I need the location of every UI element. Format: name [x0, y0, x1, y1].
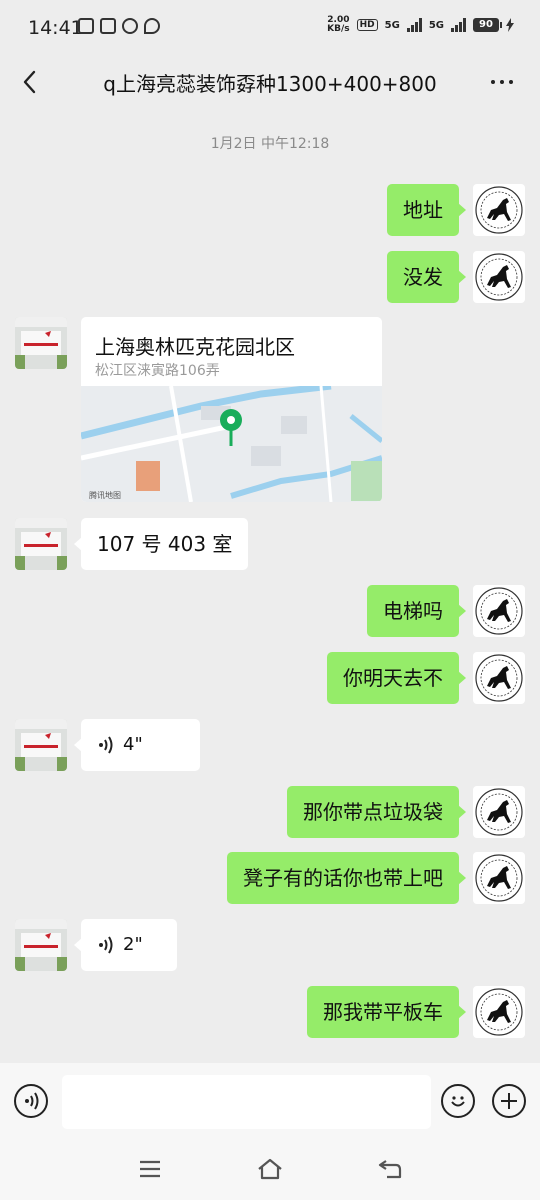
return-icon	[378, 1160, 402, 1179]
system-navigation-bar	[0, 1139, 540, 1200]
self-avatar[interactable]	[473, 852, 525, 904]
home-icon	[258, 1158, 282, 1180]
self-avatar[interactable]	[473, 184, 525, 236]
company-logo-icon	[15, 518, 67, 570]
status-time: 14:41	[28, 17, 83, 39]
ellipsis-icon	[491, 80, 495, 84]
signal-2-icon	[451, 18, 466, 32]
horse-seal-icon	[475, 854, 523, 902]
more-options-button[interactable]	[484, 64, 520, 100]
self-avatar[interactable]	[473, 652, 525, 704]
peer-avatar[interactable]	[15, 518, 67, 570]
message-bubble[interactable]: 电梯吗	[367, 585, 466, 637]
message-bubble[interactable]: 凳子有的话你也带上吧	[227, 852, 466, 904]
message-timestamp: 1月2日 中午12:18	[210, 136, 330, 152]
voice-message[interactable]: 2"	[74, 919, 177, 971]
horse-seal-icon	[475, 654, 523, 702]
emoji-button[interactable]	[441, 1084, 475, 1118]
voice-wave-icon	[99, 936, 113, 954]
voice-wave-icon	[99, 736, 113, 754]
message-text: 凳子有的话你也带上吧	[243, 866, 443, 890]
status-bar: 14:41 2.00 KB/s HD 5G 5G 90	[0, 0, 540, 56]
horse-seal-icon	[475, 253, 523, 301]
signal-2-label: 5G	[428, 19, 444, 31]
message-input[interactable]	[62, 1075, 431, 1129]
horse-seal-icon	[475, 988, 523, 1036]
message-bubble[interactable]: 那你带点垃圾袋	[287, 786, 466, 838]
chat-header: q上海亮蕊装饰孬种1300+400+800	[0, 56, 540, 110]
message-bubble[interactable]: 没发	[387, 251, 466, 303]
input-bar	[0, 1063, 540, 1139]
company-logo-icon	[15, 919, 67, 971]
peer-avatar[interactable]	[15, 919, 67, 971]
self-avatar[interactable]	[473, 585, 525, 637]
system-indicators: 2.00 KB/s HD 5G 5G 90	[327, 16, 514, 34]
message-bubble[interactable]: 地址	[387, 184, 466, 236]
voice-message[interactable]: 4"	[74, 719, 200, 771]
hd-voice-badge: HD	[356, 19, 378, 31]
telegram-icon	[78, 18, 94, 34]
signal-1-icon	[406, 18, 422, 32]
horse-seal-icon	[475, 788, 523, 836]
battery-icon: 90	[473, 18, 502, 32]
back-nav-button[interactable]	[370, 1153, 410, 1185]
chat-notification-icon	[144, 18, 160, 34]
horse-seal-icon	[475, 587, 523, 635]
message-text: 那你带点垃圾袋	[303, 800, 443, 824]
menu-nav-button[interactable]	[130, 1153, 170, 1185]
charging-icon	[506, 18, 514, 32]
home-nav-button[interactable]	[250, 1153, 290, 1185]
plus-icon	[501, 1093, 517, 1109]
location-map: 腾讯地图	[81, 386, 382, 502]
voice-duration: 2"	[123, 934, 143, 955]
network-speed: 2.00 KB/s	[327, 15, 350, 34]
message-text: 地址	[403, 198, 443, 222]
menu-icon	[140, 1160, 160, 1178]
message-text: 没发	[403, 265, 443, 289]
voice-input-button[interactable]	[14, 1084, 48, 1118]
chat-title: q上海亮蕊装饰孬种1300+400+800	[103, 72, 437, 96]
message-bubble[interactable]: 107 号 403 室	[73, 518, 249, 570]
peer-avatar[interactable]	[15, 719, 67, 771]
message-text: 电梯吗	[383, 599, 443, 623]
notification-icons	[78, 18, 160, 34]
company-logo-icon	[15, 719, 67, 771]
chevron-left-icon	[23, 70, 36, 94]
self-avatar[interactable]	[473, 251, 525, 303]
location-name: 上海奥林匹克花园北区	[95, 335, 295, 359]
message-text: 那我带平板车	[323, 1000, 443, 1024]
message-text: 你明天去不	[343, 666, 443, 690]
map-credit: 腾讯地图	[89, 490, 121, 500]
voice-input-icon	[25, 1092, 39, 1110]
message-bubble[interactable]: 那我带平板车	[307, 986, 466, 1038]
message-bubble[interactable]: 你明天去不	[327, 652, 466, 704]
plus-button[interactable]	[492, 1084, 526, 1118]
back-button[interactable]	[14, 64, 50, 100]
horse-seal-icon	[475, 186, 523, 234]
self-avatar[interactable]	[473, 786, 525, 838]
location-card[interactable]: 上海奥林匹克花园北区 松江区涞寅路106弄 腾讯地图	[81, 317, 382, 502]
smiley-icon	[451, 1096, 465, 1107]
user-notification-icon	[122, 18, 138, 34]
peer-avatar[interactable]	[15, 317, 67, 369]
location-address: 松江区涞寅路106弄	[95, 363, 220, 379]
company-logo-icon	[15, 317, 67, 369]
signal-1-label: 5G	[384, 19, 400, 31]
app-notification-icon	[100, 18, 116, 34]
voice-duration: 4"	[123, 734, 143, 755]
self-avatar[interactable]	[473, 986, 525, 1038]
message-text: 107 号 403 室	[97, 532, 233, 556]
